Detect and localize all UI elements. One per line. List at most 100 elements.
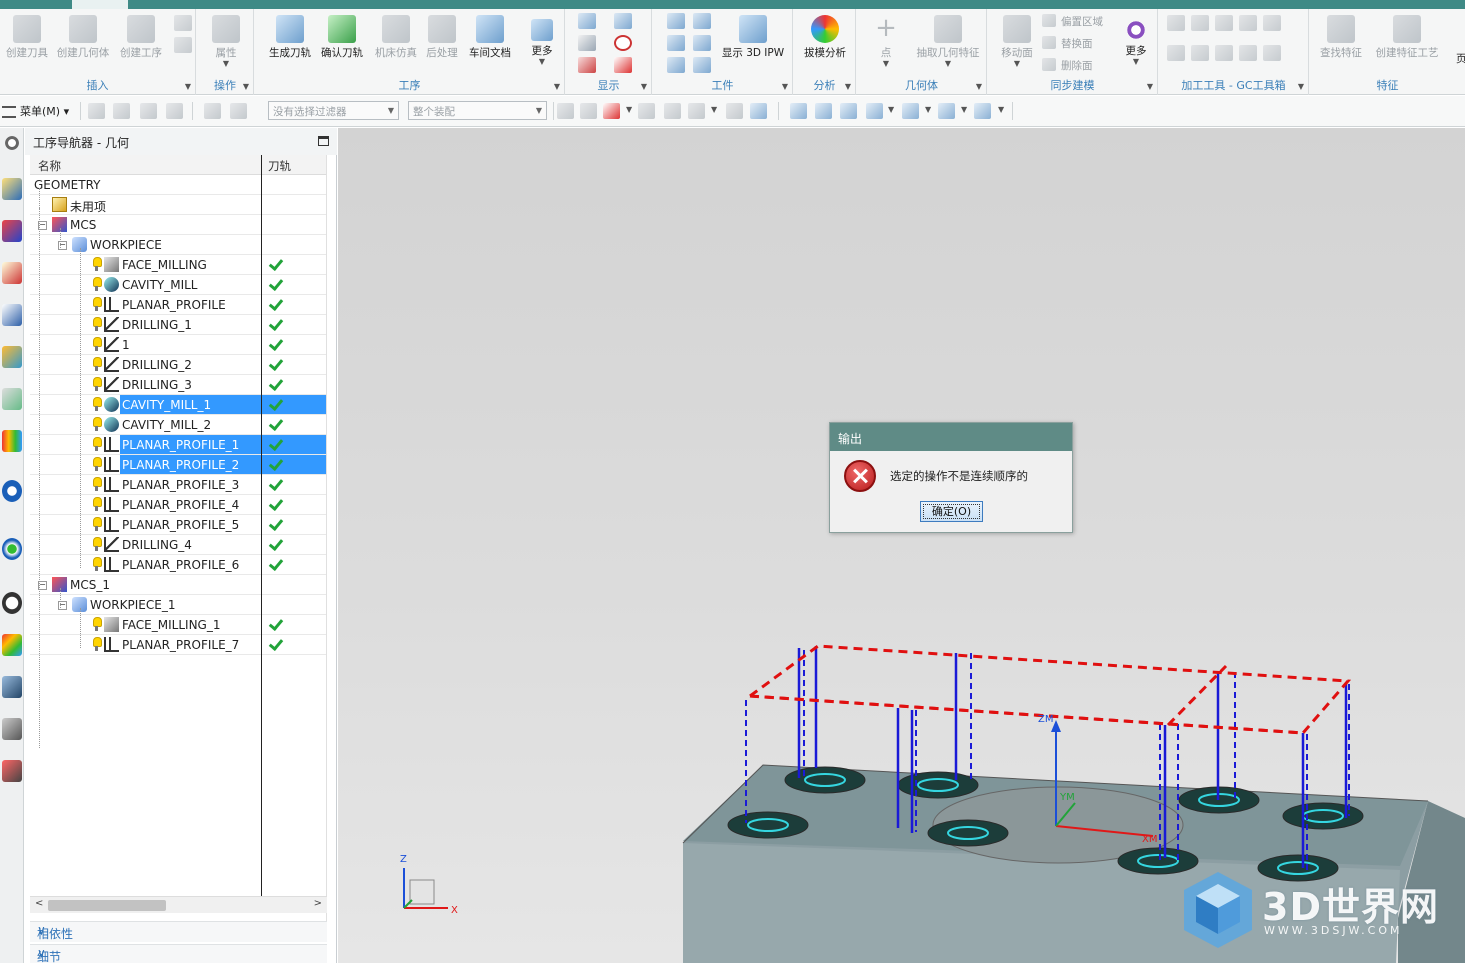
chevron-down-icon[interactable]: ▼ bbox=[711, 105, 717, 114]
tree-row[interactable]: CAVITY_MILL_2 bbox=[30, 415, 326, 435]
tree-row[interactable]: PLANAR_PROFILE_6 bbox=[30, 555, 326, 575]
menu-button[interactable]: 菜单(M) ▾ bbox=[2, 103, 69, 119]
maximize-icon[interactable] bbox=[318, 136, 329, 146]
scene-canvas[interactable]: ZM YM XM Z X bbox=[338, 128, 1465, 963]
snap3-icon[interactable] bbox=[140, 103, 157, 119]
tree-row[interactable]: PLANAR_PROFILE_1 bbox=[30, 435, 326, 455]
chevron-down-icon[interactable]: ▼ bbox=[888, 105, 894, 114]
snap2-icon[interactable] bbox=[113, 103, 130, 119]
chevron-down-icon[interactable]: ∨ bbox=[37, 923, 319, 937]
snap-point2-icon[interactable] bbox=[580, 103, 597, 119]
tree-row[interactable]: 未用项 bbox=[30, 195, 326, 215]
delete-face-icon[interactable] bbox=[1042, 58, 1056, 71]
operation-navigator-icon[interactable] bbox=[2, 304, 22, 326]
tree-row[interactable]: PLANAR_PROFILE_3 bbox=[30, 475, 326, 495]
chevron-down-icon[interactable]: ▼ bbox=[1298, 82, 1304, 91]
graphics-viewport[interactable]: ZM YM XM Z X bbox=[338, 128, 1465, 963]
tree-row[interactable]: − MCS_1 bbox=[30, 575, 326, 595]
postprocess-button[interactable]: 后处理 bbox=[415, 13, 469, 60]
verify-toolpath-button[interactable]: 确认刀轨 bbox=[315, 13, 369, 60]
chevron-down-icon[interactable]: ▼ bbox=[243, 82, 249, 91]
gc-tool-5-icon[interactable] bbox=[1263, 15, 1281, 31]
create-program-icon[interactable] bbox=[174, 37, 192, 53]
replace-face-icon[interactable] bbox=[1042, 36, 1056, 49]
tree-row[interactable]: − WORKPIECE bbox=[30, 235, 326, 255]
tree-row[interactable]: DRILLING_4 bbox=[30, 535, 326, 555]
extract-geometry-button[interactable]: 抽取几何特征 ▼ bbox=[913, 13, 983, 68]
show-3d-ipw-button[interactable]: 显示 3D IPW bbox=[717, 13, 789, 60]
gc-tool-6-icon[interactable] bbox=[1167, 45, 1185, 61]
tree-row[interactable]: DRILLING_2 bbox=[30, 355, 326, 375]
find-feature-button[interactable]: 查找特征 bbox=[1314, 13, 1368, 60]
tree-row[interactable]: CAVITY_MILL_1 bbox=[30, 395, 326, 415]
select-icon[interactable] bbox=[204, 103, 221, 119]
create-geometry-button[interactable]: 创建几何体 bbox=[56, 13, 110, 60]
tree-row[interactable]: 1 bbox=[30, 335, 326, 355]
part-navigator-icon[interactable] bbox=[2, 262, 22, 284]
gc-tool-7-icon[interactable] bbox=[1191, 45, 1209, 61]
tree-row[interactable]: DRILLING_3 bbox=[30, 375, 326, 395]
view-orient-icon[interactable] bbox=[866, 103, 883, 119]
tree-row[interactable]: PLANAR_PROFILE_5 bbox=[30, 515, 326, 535]
gc-tool-10-icon[interactable] bbox=[1263, 45, 1281, 61]
role-icon[interactable] bbox=[2, 634, 22, 656]
tree-row[interactable]: − WORKPIECE_1 bbox=[30, 595, 326, 615]
render-style-icon[interactable] bbox=[902, 103, 919, 119]
gc-tool-2-icon[interactable] bbox=[1191, 15, 1209, 31]
chevron-down-icon[interactable]: ▼ bbox=[185, 82, 191, 91]
robot-icon[interactable] bbox=[2, 718, 22, 740]
scroll-left-icon[interactable]: < bbox=[35, 898, 43, 909]
chevron-down-icon[interactable]: ▼ bbox=[641, 82, 647, 91]
gc-tool-9-icon[interactable] bbox=[1239, 45, 1257, 61]
workpiece-step2-icon[interactable] bbox=[693, 35, 711, 51]
zoom-icon[interactable] bbox=[815, 103, 832, 119]
web-browser-icon[interactable] bbox=[2, 538, 22, 560]
display-option-icon[interactable] bbox=[578, 13, 596, 29]
snap-plus-icon[interactable] bbox=[638, 103, 655, 119]
create-tool-button[interactable]: 创建刀具 bbox=[0, 13, 54, 60]
tree-row[interactable]: PLANAR_PROFILE bbox=[30, 295, 326, 315]
shade-icon[interactable] bbox=[726, 103, 743, 119]
snap-icon[interactable] bbox=[88, 103, 105, 119]
gc-tool-4-icon[interactable] bbox=[1239, 15, 1257, 31]
column-header-name[interactable]: 名称 bbox=[38, 158, 61, 174]
tree-row[interactable]: PLANAR_PROFILE_7 bbox=[30, 635, 326, 655]
box-select-icon[interactable] bbox=[688, 103, 705, 119]
display-cube-icon[interactable] bbox=[938, 103, 955, 119]
draft-analysis-button[interactable]: 拔模分析 bbox=[798, 13, 852, 60]
offset-region-label[interactable]: 偏置区域 bbox=[1061, 14, 1103, 29]
feature-navigator-icon[interactable] bbox=[2, 388, 22, 410]
tree-row[interactable]: FACE_MILLING_1 bbox=[30, 615, 326, 635]
info-icon[interactable] bbox=[2, 480, 22, 502]
chevron-down-icon[interactable]: ▼ bbox=[626, 105, 632, 114]
filter-select[interactable]: 没有选择过滤器 ▼ bbox=[268, 101, 399, 120]
assembly-scope-select[interactable]: 整个装配 ▼ bbox=[408, 101, 547, 120]
history-clock-icon[interactable] bbox=[2, 592, 22, 614]
offset-region-icon[interactable] bbox=[1042, 14, 1056, 27]
display-toolpath-icon[interactable] bbox=[578, 35, 596, 51]
target-icon[interactable] bbox=[614, 35, 632, 51]
create-method-icon[interactable] bbox=[174, 15, 192, 31]
shop-doc-button[interactable]: 车间文档 bbox=[463, 13, 517, 60]
tree-row[interactable]: PLANAR_PROFILE_4 bbox=[30, 495, 326, 515]
snap4-icon[interactable] bbox=[166, 103, 183, 119]
chevron-down-icon[interactable]: ▼ bbox=[998, 105, 1004, 114]
workpiece-step-icon[interactable] bbox=[667, 35, 685, 51]
workpiece-play-icon[interactable] bbox=[667, 13, 685, 29]
workpiece-play2-icon[interactable] bbox=[693, 13, 711, 29]
fit-view-icon[interactable] bbox=[790, 103, 807, 119]
display-hide-icon[interactable] bbox=[578, 57, 596, 73]
chevron-down-icon[interactable]: ▼ bbox=[845, 82, 851, 91]
select2-icon[interactable] bbox=[230, 103, 247, 119]
point-button[interactable]: + 点 ▼ bbox=[859, 13, 913, 68]
create-process-button[interactable]: 创建工序 bbox=[114, 13, 168, 60]
scrollbar-thumb[interactable] bbox=[48, 900, 166, 911]
column-header-toolpath[interactable]: 刀轨 bbox=[268, 158, 291, 174]
scroll-right-icon[interactable]: > bbox=[314, 898, 322, 909]
reuse-library-icon[interactable] bbox=[2, 760, 22, 782]
tree-row[interactable]: DRILLING_1 bbox=[30, 315, 326, 335]
curve-icon[interactable] bbox=[614, 57, 632, 73]
gc-tool-8-icon[interactable] bbox=[1215, 45, 1233, 61]
layer-icon[interactable] bbox=[974, 103, 991, 119]
more-process-button[interactable]: 更多 ▼ bbox=[515, 13, 569, 66]
